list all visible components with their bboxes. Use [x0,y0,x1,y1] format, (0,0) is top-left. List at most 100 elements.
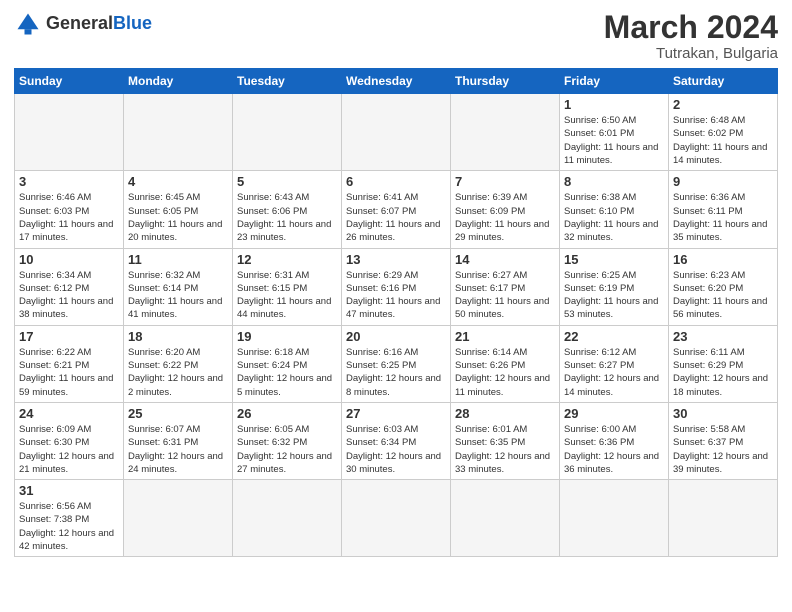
day-number: 2 [673,97,773,112]
day-number: 11 [128,252,228,267]
calendar-cell: 10Sunrise: 6:34 AM Sunset: 6:12 PM Dayli… [15,248,124,325]
weekday-header-friday: Friday [560,69,669,94]
day-info: Sunrise: 6:46 AM Sunset: 6:03 PM Dayligh… [19,191,119,244]
weekday-header-sunday: Sunday [15,69,124,94]
calendar-cell [342,480,451,557]
title-section: March 2024 Tutrakan, Bulgaria [604,10,778,62]
weekday-header-monday: Monday [124,69,233,94]
logo: GeneralBlue [14,10,152,38]
weekday-header-tuesday: Tuesday [233,69,342,94]
calendar-cell: 6 Sunrise: 6:41 AM Sunset: 6:07 PM Daylig… [342,171,451,248]
calendar-cell: 3 Sunrise: 6:46 AM Sunset: 6:03 PM Daylig… [15,171,124,248]
day-info: Sunrise: 6:09 AM Sunset: 6:30 PM Dayligh… [19,423,119,476]
calendar-cell: 13 Sunrise: 6:29 AM Sunset: 6:16 PM Dayli… [342,248,451,325]
calendar-cell: 2 Sunrise: 6:48 AM Sunset: 6:02 PM Daylig… [669,94,778,171]
day-number: 1 [564,97,664,112]
day-info: Sunrise: 6:18 AM Sunset: 6:24 PM Dayligh… [237,346,337,399]
day-info: Sunrise: 6:29 AM Sunset: 6:16 PM Dayligh… [346,269,446,322]
weekday-header-thursday: Thursday [451,69,560,94]
day-info: Sunrise: 6:27 AM Sunset: 6:17 PM Dayligh… [455,269,555,322]
calendar-week-1: 3 Sunrise: 6:46 AM Sunset: 6:03 PM Daylig… [15,171,778,248]
day-info: Sunrise: 6:12 AM Sunset: 6:27 PM Dayligh… [564,346,664,399]
day-info: Sunrise: 6:22 AM Sunset: 6:21 PM Dayligh… [19,346,119,399]
calendar-cell: 11 Sunrise: 6:32 AM Sunset: 6:14 PM Dayli… [124,248,233,325]
day-number: 19 [237,329,337,344]
day-info: Sunrise: 6:20 AM Sunset: 6:22 PM Dayligh… [128,346,228,399]
calendar-cell: 1Sunrise: 6:50 AM Sunset: 6:01 PM Daylig… [560,94,669,171]
calendar-week-3: 17Sunrise: 6:22 AM Sunset: 6:21 PM Dayli… [15,325,778,402]
day-number: 21 [455,329,555,344]
day-number: 18 [128,329,228,344]
day-info: Sunrise: 6:48 AM Sunset: 6:02 PM Dayligh… [673,114,773,167]
day-info: Sunrise: 6:31 AM Sunset: 6:15 PM Dayligh… [237,269,337,322]
logo-text: GeneralBlue [46,14,152,34]
calendar-cell [124,94,233,171]
day-number: 13 [346,252,446,267]
logo-blue: Blue [113,14,152,34]
calendar-cell: 15 Sunrise: 6:25 AM Sunset: 6:19 PM Dayli… [560,248,669,325]
page: GeneralBlue March 2024 Tutrakan, Bulgari… [0,0,792,567]
calendar-cell: 23Sunrise: 6:11 AM Sunset: 6:29 PM Dayli… [669,325,778,402]
day-info: Sunrise: 5:58 AM Sunset: 6:37 PM Dayligh… [673,423,773,476]
day-number: 4 [128,174,228,189]
calendar-cell [124,480,233,557]
day-number: 9 [673,174,773,189]
day-info: Sunrise: 6:11 AM Sunset: 6:29 PM Dayligh… [673,346,773,399]
calendar-week-4: 24 Sunrise: 6:09 AM Sunset: 6:30 PM Dayli… [15,402,778,479]
month-year-title: March 2024 [604,10,778,45]
day-info: Sunrise: 6:05 AM Sunset: 6:32 PM Dayligh… [237,423,337,476]
day-info: Sunrise: 6:03 AM Sunset: 6:34 PM Dayligh… [346,423,446,476]
calendar-cell: 16Sunrise: 6:23 AM Sunset: 6:20 PM Dayli… [669,248,778,325]
day-info: Sunrise: 6:16 AM Sunset: 6:25 PM Dayligh… [346,346,446,399]
calendar-cell: 28 Sunrise: 6:01 AM Sunset: 6:35 PM Dayli… [451,402,560,479]
day-info: Sunrise: 6:38 AM Sunset: 6:10 PM Dayligh… [564,191,664,244]
calendar-cell [15,94,124,171]
day-info: Sunrise: 6:14 AM Sunset: 6:26 PM Dayligh… [455,346,555,399]
day-info: Sunrise: 6:00 AM Sunset: 6:36 PM Dayligh… [564,423,664,476]
calendar-cell: 24 Sunrise: 6:09 AM Sunset: 6:30 PM Dayli… [15,402,124,479]
calendar-cell: 21 Sunrise: 6:14 AM Sunset: 6:26 PM Dayli… [451,325,560,402]
calendar-cell: 26 Sunrise: 6:05 AM Sunset: 6:32 PM Dayli… [233,402,342,479]
day-number: 8 [564,174,664,189]
day-info: Sunrise: 6:41 AM Sunset: 6:07 PM Dayligh… [346,191,446,244]
calendar-cell: 14Sunrise: 6:27 AM Sunset: 6:17 PM Dayli… [451,248,560,325]
calendar-table: SundayMondayTuesdayWednesdayThursdayFrid… [14,68,778,557]
day-number: 3 [19,174,119,189]
day-number: 26 [237,406,337,421]
day-number: 20 [346,329,446,344]
logo-icon [14,10,42,38]
header: GeneralBlue March 2024 Tutrakan, Bulgari… [14,10,778,62]
calendar-cell: 27 Sunrise: 6:03 AM Sunset: 6:34 PM Dayli… [342,402,451,479]
calendar-week-5: 31Sunrise: 6:56 AM Sunset: 7:38 PM Dayli… [15,480,778,557]
day-number: 7 [455,174,555,189]
calendar-cell: 20 Sunrise: 6:16 AM Sunset: 6:25 PM Dayli… [342,325,451,402]
calendar-week-0: 1Sunrise: 6:50 AM Sunset: 6:01 PM Daylig… [15,94,778,171]
calendar-cell [451,480,560,557]
day-number: 15 [564,252,664,267]
day-info: Sunrise: 6:07 AM Sunset: 6:31 PM Dayligh… [128,423,228,476]
calendar-cell [560,480,669,557]
day-number: 6 [346,174,446,189]
calendar-header: SundayMondayTuesdayWednesdayThursdayFrid… [15,69,778,94]
day-info: Sunrise: 6:32 AM Sunset: 6:14 PM Dayligh… [128,269,228,322]
calendar-cell: 18 Sunrise: 6:20 AM Sunset: 6:22 PM Dayli… [124,325,233,402]
calendar-cell [451,94,560,171]
day-number: 24 [19,406,119,421]
calendar-cell [669,480,778,557]
weekday-header-row: SundayMondayTuesdayWednesdayThursdayFrid… [15,69,778,94]
day-info: Sunrise: 6:01 AM Sunset: 6:35 PM Dayligh… [455,423,555,476]
day-number: 28 [455,406,555,421]
calendar-cell: 12Sunrise: 6:31 AM Sunset: 6:15 PM Dayli… [233,248,342,325]
calendar-cell: 30Sunrise: 5:58 AM Sunset: 6:37 PM Dayli… [669,402,778,479]
calendar-cell: 22Sunrise: 6:12 AM Sunset: 6:27 PM Dayli… [560,325,669,402]
weekday-header-wednesday: Wednesday [342,69,451,94]
day-info: Sunrise: 6:43 AM Sunset: 6:06 PM Dayligh… [237,191,337,244]
logo-general: General [46,14,113,34]
day-number: 25 [128,406,228,421]
day-info: Sunrise: 6:25 AM Sunset: 6:19 PM Dayligh… [564,269,664,322]
day-number: 27 [346,406,446,421]
calendar-cell: 29Sunrise: 6:00 AM Sunset: 6:36 PM Dayli… [560,402,669,479]
calendar-cell [233,94,342,171]
calendar-week-2: 10Sunrise: 6:34 AM Sunset: 6:12 PM Dayli… [15,248,778,325]
calendar-cell: 19 Sunrise: 6:18 AM Sunset: 6:24 PM Dayli… [233,325,342,402]
